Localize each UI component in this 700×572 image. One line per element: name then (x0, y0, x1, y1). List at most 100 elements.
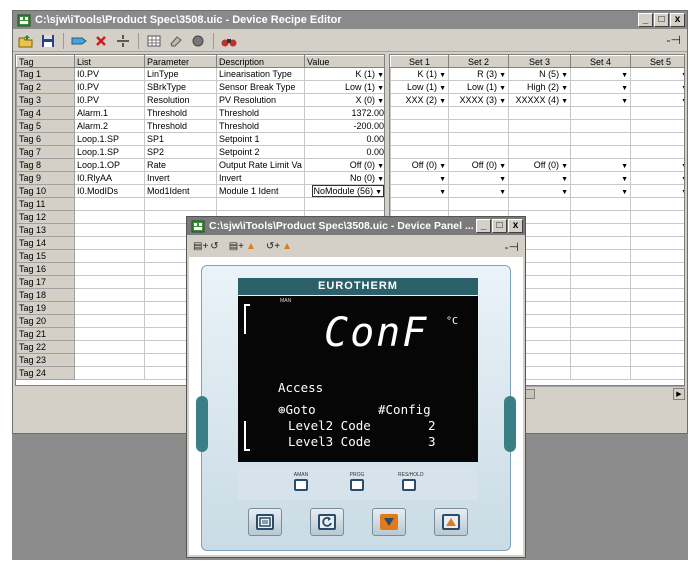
set-cell[interactable]: XXXXX (4) ▼ (508, 93, 571, 107)
dropdown-arrow-icon[interactable]: ▼ (439, 72, 446, 79)
table-row[interactable] (390, 145, 684, 159)
pin-icon[interactable]: -⊣ (667, 33, 681, 47)
set-cell[interactable] (570, 119, 631, 133)
table-cell[interactable]: Tag 17 (16, 275, 75, 289)
table-cell[interactable] (74, 275, 145, 289)
table-cell[interactable]: SP2 (144, 145, 217, 159)
set-cell[interactable] (570, 340, 631, 354)
column-header[interactable]: Parameter (144, 55, 217, 68)
table-cell[interactable]: Threshold (144, 119, 217, 133)
table-row[interactable]: Tag 9 I0.RlyAA Invert Invert No (0) ▼ (16, 171, 384, 185)
table-cell[interactable]: Linearisation Type (216, 67, 305, 81)
set-cell[interactable] (570, 249, 631, 263)
eraser-icon[interactable] (167, 33, 185, 49)
set-cell[interactable] (570, 106, 631, 120)
table-cell[interactable]: I0.RlyAA (74, 171, 145, 185)
set-cell[interactable]: ▼ (390, 171, 449, 185)
set-cell[interactable] (390, 106, 449, 120)
set-cell[interactable]: ▼ (630, 80, 684, 94)
set-column-header[interactable]: Set 4 (570, 55, 631, 68)
table-cell[interactable]: Loop.1.SP (74, 145, 145, 159)
dropdown-arrow-icon[interactable]: ▼ (681, 85, 684, 92)
panel-maximize-button[interactable]: □ (492, 219, 507, 233)
up-key[interactable] (434, 508, 468, 536)
table-cell[interactable] (74, 288, 145, 302)
dropdown-arrow-icon[interactable]: ▼ (621, 176, 628, 183)
set-cell[interactable] (630, 301, 684, 315)
split-icon[interactable] (114, 33, 132, 49)
set-cell[interactable]: XXXX (3) ▼ (448, 93, 509, 107)
table-cell[interactable]: Output Rate Limit Va (216, 158, 305, 172)
set-cell[interactable]: Off (0) ▼ (390, 158, 449, 172)
table-cell[interactable]: Invert (144, 171, 217, 185)
value-dropdown[interactable]: NoModule (56) ▼ (311, 185, 384, 197)
dropdown-arrow-icon[interactable]: ▼ (499, 163, 506, 170)
set-cell[interactable]: ▼ (570, 184, 631, 198)
set-cell[interactable]: ▼ (570, 80, 631, 94)
table-cell[interactable]: Tag 4 (16, 106, 75, 120)
set-cell[interactable]: Low (1) ▼ (448, 80, 509, 94)
table-cell[interactable]: Tag 7 (16, 145, 75, 159)
set-cell[interactable] (508, 145, 571, 159)
set-cell[interactable] (630, 223, 684, 237)
set-cell[interactable] (570, 223, 631, 237)
set-cell[interactable] (448, 119, 509, 133)
table-cell[interactable] (144, 197, 217, 211)
set-cell[interactable] (570, 236, 631, 250)
device-panel-titlebar[interactable]: C:\sjw\iTools\Product Spec\3508.uic - De… (187, 217, 525, 235)
set-cell[interactable] (570, 353, 631, 367)
set-cell[interactable] (448, 145, 509, 159)
table-row[interactable]: Tag 6 Loop.1.SP SP1 Setpoint 1 0.00 (16, 132, 384, 146)
table-row[interactable] (390, 106, 684, 120)
dropdown-arrow-icon[interactable]: ▼ (499, 98, 506, 105)
dropdown-arrow-icon[interactable]: ▼ (621, 189, 628, 196)
dropdown-arrow-icon[interactable]: ▼ (499, 176, 506, 183)
table-cell[interactable]: Invert (216, 171, 305, 185)
table-row[interactable]: Tag 5 Alarm.2 Threshold Threshold -200.00 (16, 119, 384, 133)
table-row[interactable]: Tag 1 I0.PV LinType Linearisation Type K (1)… (16, 67, 384, 81)
dropdown-arrow-icon[interactable]: ▼ (499, 189, 506, 196)
table-row[interactable]: Tag 2 I0.PV SBrkType Sensor Break Type Low (… (16, 80, 384, 94)
table-row[interactable]: Tag 3 I0.PV Resolution PV Resolution X (0) ▼ (16, 93, 384, 107)
table-row[interactable]: Tag 10 I0.ModIDs Mod1Ident Module 1 Ident No… (16, 184, 384, 198)
dropdown-arrow-icon[interactable]: ▼ (377, 72, 384, 79)
table-cell[interactable]: Low (1) ▼ (304, 80, 384, 94)
table-row[interactable]: XXX (2)▼XXXX (3)▼XXXXX (4)▼▼▼ (390, 93, 684, 107)
set-cell[interactable] (508, 119, 571, 133)
set-cell[interactable] (508, 197, 571, 211)
dropdown-arrow-icon[interactable]: ▼ (377, 85, 384, 92)
table-cell[interactable]: 0.00 (304, 132, 384, 146)
table-cell[interactable] (74, 301, 145, 315)
set-column-header[interactable]: Set 5 (630, 55, 684, 68)
set-cell[interactable]: ▼ (630, 93, 684, 107)
set-cell[interactable]: ▼ (630, 158, 684, 172)
dropdown-arrow-icon[interactable]: ▼ (561, 85, 568, 92)
set-cell[interactable] (570, 366, 631, 380)
set-cell[interactable]: ▼ (570, 171, 631, 185)
set-cell[interactable] (390, 119, 449, 133)
set-cell[interactable] (630, 106, 684, 120)
minimize-button[interactable]: _ (638, 13, 653, 27)
set-cell[interactable]: ▼ (630, 171, 684, 185)
dropdown-arrow-icon[interactable]: ▼ (621, 98, 628, 105)
table-cell[interactable]: Tag 10 (16, 184, 75, 198)
table-cell[interactable]: NoModule (56) ▼ (304, 184, 384, 198)
page-raise-button[interactable]: ▤+ ▲ (229, 241, 256, 252)
set-cell[interactable] (570, 145, 631, 159)
table-cell[interactable]: Tag 19 (16, 301, 75, 315)
table-cell[interactable]: I0.PV (74, 80, 145, 94)
set-cell[interactable] (630, 236, 684, 250)
panel-pin-icon[interactable]: -⊣ (505, 240, 519, 254)
table-cell[interactable]: Tag 11 (16, 197, 75, 211)
set-cell[interactable] (570, 210, 631, 224)
set-cell[interactable]: ▼ (390, 184, 449, 198)
set-cell[interactable]: High (2) ▼ (508, 80, 571, 94)
table-cell[interactable]: Tag 21 (16, 327, 75, 341)
table-cell[interactable]: Tag 24 (16, 366, 75, 380)
table-row[interactable]: Low (1)▼Low (1)▼High (2)▼▼▼ (390, 80, 684, 94)
table-cell[interactable]: PV Resolution (216, 93, 305, 107)
table-row[interactable]: Tag 7 Loop.1.SP SP2 Setpoint 2 0.00 (16, 145, 384, 159)
table-row[interactable]: K (1)▼R (3)▼N (5)▼▼▼ (390, 67, 684, 81)
table-cell[interactable]: Alarm.2 (74, 119, 145, 133)
dropdown-arrow-icon[interactable]: ▼ (561, 163, 568, 170)
